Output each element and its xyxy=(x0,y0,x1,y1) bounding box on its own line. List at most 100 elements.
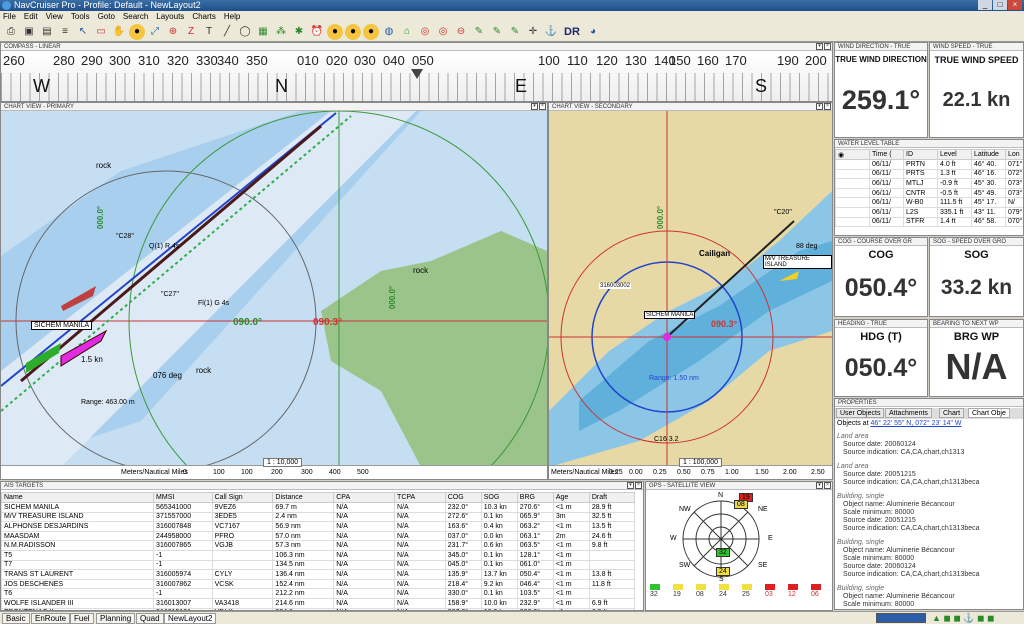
water-level-row[interactable]: 06/11/PRTN 4.0 ft 46° 40. 071° xyxy=(835,159,1023,170)
chart-view-secondary[interactable]: CHART VIEW - SECONDARY ▾ × SICHEM MANILA M… xyxy=(548,102,833,480)
tab-chart[interactable]: Chart xyxy=(939,408,965,418)
route-icon[interactable]: ● xyxy=(129,23,145,40)
pointer-icon[interactable]: ↖ xyxy=(75,24,91,40)
stop-icon[interactable]: ⊖ xyxy=(453,24,469,40)
ellipse-icon[interactable]: ◯ xyxy=(237,24,253,40)
ais-column-header[interactable]: Call Sign xyxy=(211,492,274,503)
compass-icon[interactable]: ✛ xyxy=(525,24,541,40)
panel-close-button[interactable]: × xyxy=(539,103,546,110)
globe-icon[interactable]: ◍ xyxy=(381,24,397,40)
tab-chart-objects[interactable]: Chart Obje xyxy=(968,408,1010,418)
track-icon[interactable]: ✎ xyxy=(471,24,487,40)
dead-reckoning-button[interactable]: DR xyxy=(561,24,583,40)
ais-row[interactable]: MAASDAM 244958000 PFRO 57.0 nm N/A N/A 037.0° 0… xyxy=(1,530,636,542)
own-ship-marker-icon[interactable] xyxy=(663,333,671,341)
ais-row[interactable]: M/V TREASURE ISLAND 371557000 3EDE5 2.4 nm N… xyxy=(1,511,636,523)
anchor-icon[interactable]: ⚓ xyxy=(543,24,559,40)
ais-column-header[interactable]: Name xyxy=(1,492,155,503)
measure-icon[interactable]: ⤢ xyxy=(147,24,163,40)
menu-help[interactable]: Help xyxy=(224,11,240,22)
ais-row[interactable]: TRANS ST LAURENT 316005974 CYLY 136.4 nm N/A… xyxy=(1,569,636,580)
hand-icon[interactable]: ✋ xyxy=(111,24,127,40)
ais-column-header[interactable]: Age xyxy=(552,492,590,503)
menu-file[interactable]: File xyxy=(3,11,16,22)
col-level[interactable]: Level xyxy=(937,149,972,160)
water-level-row[interactable]: 06/11/MTLJ -0.9 ft 45° 30. 073° xyxy=(835,178,1023,189)
panel-menu-button[interactable]: ▾ xyxy=(531,103,538,110)
grid-icon[interactable]: ▦ xyxy=(255,24,271,40)
satellite-08[interactable]: 08 xyxy=(734,500,748,509)
ais-column-header[interactable]: MMSI xyxy=(153,492,213,503)
track3-icon[interactable]: ✎ xyxy=(507,24,523,40)
water-level-row[interactable]: 06/11/L2S 335.1 ft 43° 11. 079° xyxy=(835,206,1023,218)
col-lon[interactable]: Lon xyxy=(1005,149,1023,160)
ais-column-header[interactable]: TCPA xyxy=(394,492,446,503)
panel-close-button[interactable]: × xyxy=(824,103,831,110)
panel-menu-button[interactable]: ▾ xyxy=(816,482,823,489)
tab-user-objects[interactable]: User Objects xyxy=(836,408,885,418)
save-icon[interactable]: ▣ xyxy=(21,24,37,40)
mob-icon[interactable]: ✱ xyxy=(291,24,307,40)
tab-basic[interactable]: Basic xyxy=(2,613,30,624)
water-level-row[interactable]: 06/11/CNTR -0.5 ft 45° 49. 073° xyxy=(835,187,1023,199)
panel-menu-button[interactable]: ▾ xyxy=(816,43,823,50)
satellite-32[interactable]: 32 xyxy=(716,548,730,557)
tab-quad[interactable]: Quad xyxy=(136,613,164,624)
page-icon[interactable]: ▤ xyxy=(39,24,55,40)
menu-tools[interactable]: Tools xyxy=(71,11,90,22)
tab-planning[interactable]: Planning xyxy=(96,613,136,624)
menu-goto[interactable]: Goto xyxy=(98,11,115,22)
panel-close-button[interactable]: × xyxy=(824,43,831,50)
menu-view[interactable]: View xyxy=(46,11,63,22)
house-icon[interactable]: ⌂ xyxy=(399,24,415,40)
waypoint3-icon[interactable]: ● xyxy=(363,23,379,40)
ais-column-header[interactable]: COG xyxy=(444,492,482,503)
text-icon[interactable]: T xyxy=(201,24,217,40)
zoom-icon[interactable]: Z xyxy=(183,24,199,40)
ais-column-header[interactable]: SOG xyxy=(480,492,518,503)
close-button[interactable]: × xyxy=(1008,0,1022,10)
ais-row[interactable]: SICHEM MANILA 565341000 9VEZ6 69.7 m N/A N/A 2… xyxy=(1,502,636,513)
minimize-button[interactable]: _ xyxy=(978,0,992,10)
print-icon[interactable]: ⎙ xyxy=(3,24,19,40)
ais-row[interactable]: JOS DESCHENES 316007862 VCSK 152.4 nm N/A N/A… xyxy=(1,578,636,590)
tab-enroute[interactable]: EnRoute xyxy=(31,613,71,624)
ais-column-header[interactable]: BRG xyxy=(516,492,554,503)
panel-menu-button[interactable]: ▾ xyxy=(627,482,634,489)
ais-column-header[interactable]: Distance xyxy=(272,492,335,503)
objects-position-link[interactable]: 46° 22' 55" N, 072° 23' 14" W xyxy=(870,420,961,427)
target-icon[interactable]: ◎ xyxy=(417,24,433,40)
ais-row[interactable]: T7 -1 134.5 nm N/A N/A 045.0° 0.1 kn 061.0° <1 m xyxy=(1,559,636,571)
ais-row[interactable]: N.M.RADISSON 316007865 VGJB 57.3 nm N/A N/A 23… xyxy=(1,540,636,551)
ais-column-header[interactable]: Draft xyxy=(588,492,636,503)
col-time[interactable]: Time ( xyxy=(869,149,904,160)
menu-search[interactable]: Search xyxy=(123,11,148,22)
dsc-icon[interactable]: ⁂ xyxy=(273,24,289,40)
ais-column-header[interactable]: CPA xyxy=(333,492,396,503)
waypoint2-icon[interactable]: ● xyxy=(345,23,361,40)
col-latitude[interactable]: Latitude xyxy=(971,149,1006,160)
waypoint-icon[interactable]: ● xyxy=(327,23,343,40)
water-level-row[interactable]: 06/11/W-B0 111.5 ft 45° 17. N/ xyxy=(835,197,1023,208)
select-rect-icon[interactable]: ▭ xyxy=(93,24,109,40)
water-level-row[interactable]: 06/11/STFR 1.4 ft 46° 58. 070° xyxy=(835,216,1023,228)
track2-icon[interactable]: ✎ xyxy=(489,24,505,40)
ais-row[interactable]: T5 -1 106.3 nm N/A N/A 345.0° 0.1 kn 128.1° <1 m xyxy=(1,549,636,561)
line-icon[interactable]: ╱ xyxy=(219,24,235,40)
menu-edit[interactable]: Edit xyxy=(24,11,38,22)
tab-newlayout2[interactable]: NewLayout2 xyxy=(164,613,217,624)
status-indicator[interactable] xyxy=(876,613,926,623)
water-level-row[interactable]: 06/11/PRTS 1.3 ft 46° 16. 072° xyxy=(835,168,1023,180)
ais-row[interactable]: ALPHONSE DESJARDINS 316007848 VC7167 56.9 n… xyxy=(1,521,636,532)
panel-close-button[interactable]: × xyxy=(824,482,831,489)
panel-close-button[interactable]: × xyxy=(635,482,642,489)
tab-attachments[interactable]: Attachments xyxy=(885,408,932,418)
satellite-24[interactable]: 24 xyxy=(716,567,730,576)
alarm-icon[interactable]: ⏰ xyxy=(309,24,325,40)
earth-icon[interactable]: ◕ xyxy=(585,24,601,40)
ais-row[interactable]: T6 -1 212.2 nm N/A N/A 330.0° 0.1 kn 103.5° <1 m xyxy=(1,588,636,599)
zoom-in-icon[interactable]: ⊕ xyxy=(165,24,181,40)
menu-layouts[interactable]: Layouts xyxy=(156,11,184,22)
list-icon[interactable]: ≡ xyxy=(57,24,73,40)
tab-fuel[interactable]: Fuel xyxy=(70,613,94,624)
